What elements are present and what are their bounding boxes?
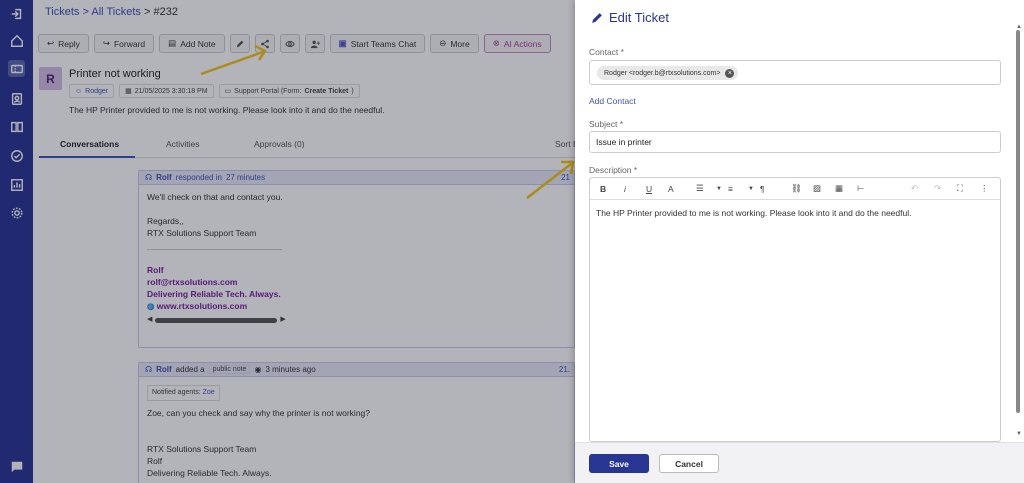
table-icon[interactable]: ▦ [835, 181, 843, 196]
link-icon[interactable]: ⛓ [791, 181, 802, 196]
fullscreen-icon[interactable]: ⛶ [957, 181, 963, 196]
scroll-down-icon[interactable]: ▼ [1016, 431, 1022, 437]
pencil-icon [592, 13, 602, 23]
subject-field[interactable]: Issue in printer [589, 131, 1001, 153]
editor-toolbar: B i U A ☰ ▼ ≡ ▼ ¶ ⛓ ▨ ▦ ⊢ ↶ ↷ ⛶ ⋮ [590, 178, 1000, 200]
scrollbar-thumb[interactable] [1016, 30, 1020, 413]
description-value: The HP Printer provided to me is not wor… [596, 208, 912, 218]
chevron-down-icon[interactable]: ▼ [716, 181, 722, 196]
horizontal-rule-icon[interactable]: ⊢ [857, 181, 864, 196]
panel-footer: Save Cancel [575, 442, 1024, 483]
redo-icon[interactable]: ↷ [934, 181, 941, 196]
description-label: Description * [589, 165, 638, 175]
chevron-down-icon[interactable]: ▼ [748, 181, 754, 196]
bullet-list-icon[interactable]: ≡ [728, 181, 733, 196]
contact-chip-text: Rodger <rodger.b@rtxsolutions.com> [604, 69, 721, 77]
description-editor[interactable]: B i U A ☰ ▼ ≡ ▼ ¶ ⛓ ▨ ▦ ⊢ ↶ ↷ ⛶ ⋮ The HP… [589, 177, 1001, 442]
paragraph-icon[interactable]: ¶ [760, 181, 765, 196]
panel-scrollbar[interactable] [1015, 30, 1021, 413]
save-button[interactable]: Save [589, 454, 649, 473]
panel-title-text: Edit Ticket [609, 10, 669, 25]
add-contact-link[interactable]: Add Contact [589, 96, 636, 106]
contact-label: Contact * [589, 47, 624, 57]
subject-value: Issue in printer [596, 137, 652, 147]
close-icon[interactable]: × [725, 68, 735, 78]
contact-chip[interactable]: Rodger <rodger.b@rtxsolutions.com> × [597, 66, 739, 80]
contact-field[interactable]: Rodger <rodger.b@rtxsolutions.com> × [589, 60, 1001, 85]
more-options-icon[interactable]: ⋮ [980, 181, 989, 196]
subject-label: Subject * [589, 119, 624, 129]
cancel-button[interactable]: Cancel [659, 454, 719, 473]
edit-ticket-panel: Edit Ticket Contact * Rodger <rodger.b@r… [575, 0, 1024, 483]
panel-title: Edit Ticket [591, 10, 669, 25]
bold-icon[interactable]: B [600, 181, 606, 196]
undo-icon[interactable]: ↶ [911, 181, 918, 196]
underline-icon[interactable]: U [646, 181, 652, 196]
font-size-icon[interactable]: A [668, 181, 674, 196]
image-icon[interactable]: ▨ [813, 181, 821, 196]
scroll-up-icon[interactable]: ▲ [1016, 24, 1022, 30]
italic-icon[interactable]: i [624, 181, 626, 196]
modal-backdrop[interactable] [0, 0, 575, 483]
ordered-list-icon[interactable]: ☰ [696, 181, 704, 196]
